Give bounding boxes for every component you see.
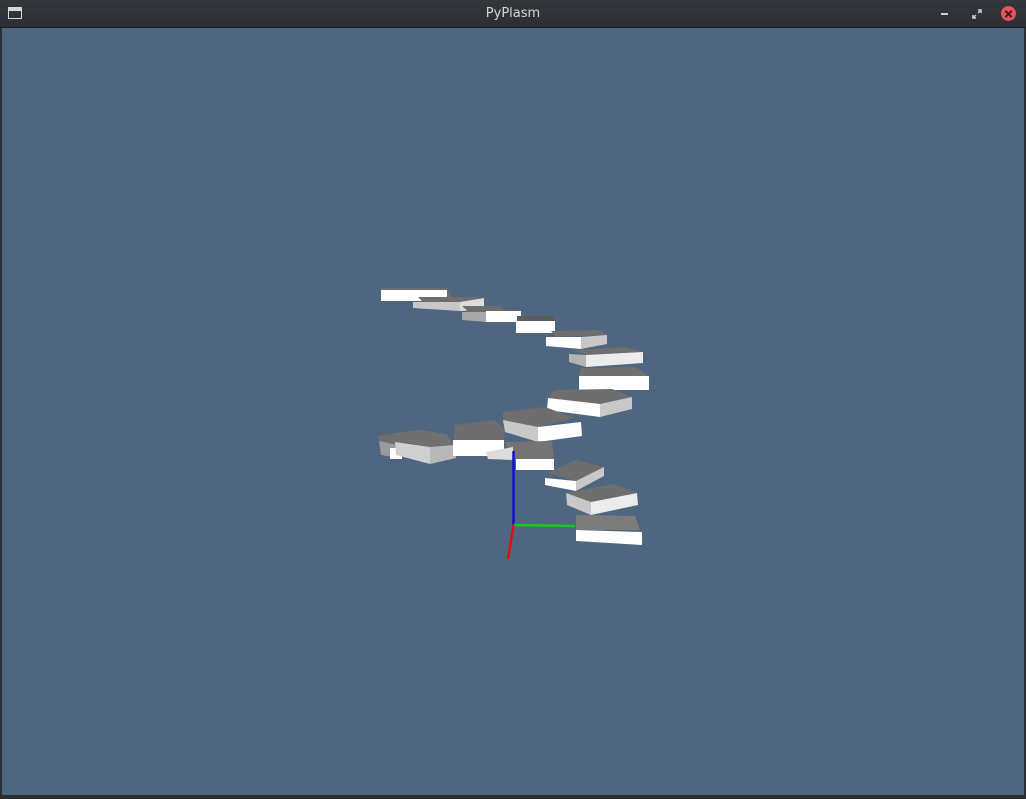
minimize-icon: [941, 13, 948, 15]
step: [576, 515, 642, 545]
minimize-button[interactable]: [936, 5, 953, 22]
step: [516, 316, 555, 333]
window-title: PyPlasm: [485, 6, 541, 21]
3d-viewport[interactable]: [2, 28, 1024, 795]
step: [579, 367, 649, 390]
step: [395, 430, 456, 464]
title-bar[interactable]: PyPlasm: [0, 0, 1026, 28]
pyplasm-window: PyPlasm: [0, 0, 1026, 799]
maximize-icon: [971, 8, 982, 19]
step: [462, 306, 521, 322]
maximize-button[interactable]: [968, 5, 985, 22]
staircase-scene: [378, 288, 649, 560]
close-button[interactable]: [1000, 5, 1017, 22]
step: [569, 347, 643, 367]
step: [546, 330, 607, 349]
y-axis: [513, 523, 576, 528]
x-axis: [506, 524, 515, 560]
close-icon: [1001, 6, 1016, 21]
